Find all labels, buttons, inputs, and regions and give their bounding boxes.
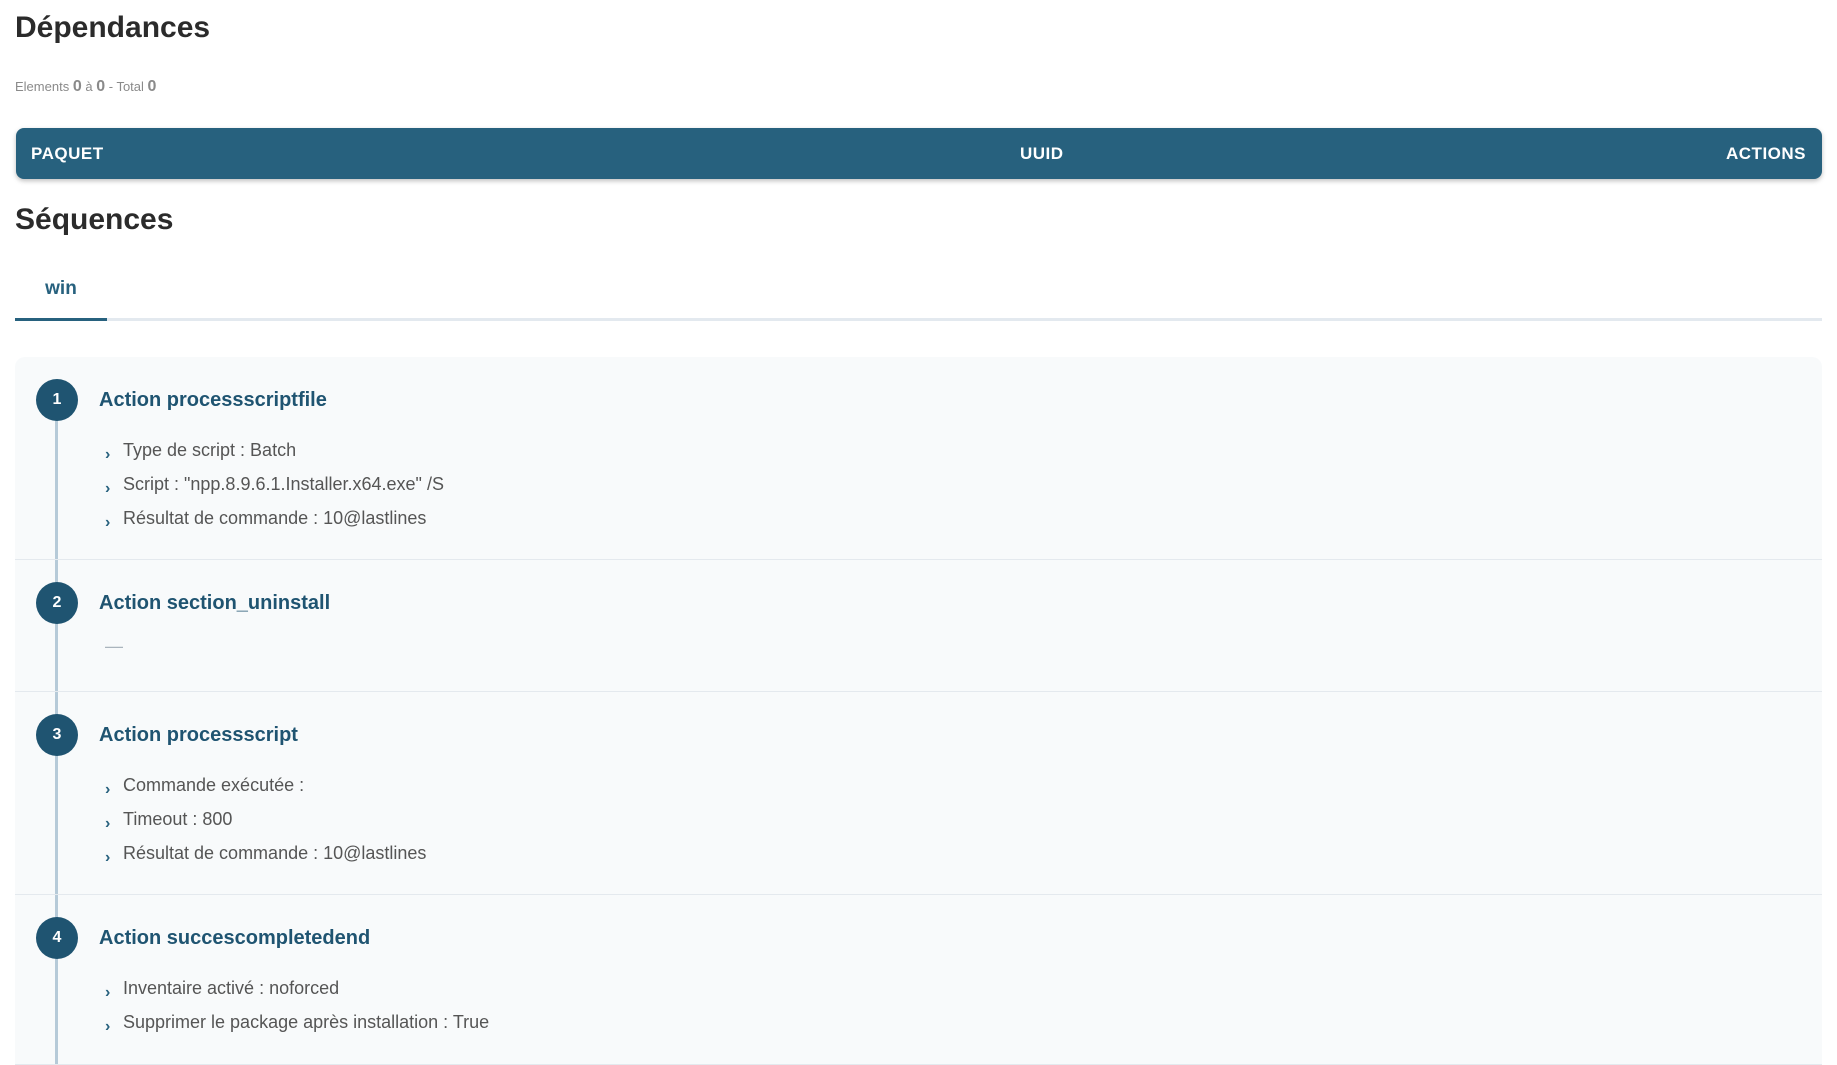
sequence-steps: 1 Action processscriptfile › Type de scri… xyxy=(15,357,1822,1065)
step-details: › Inventaire activé : noforced › Supprimer… xyxy=(105,971,489,1039)
timeline-line xyxy=(55,397,58,559)
counter-total-label: - Total xyxy=(108,79,144,94)
step-number-badge: 4 xyxy=(36,917,78,959)
chevron-right-icon: › xyxy=(105,984,111,1001)
step-number-badge: 3 xyxy=(36,714,78,756)
dependencies-counter: Elements 0 à 0 - Total 0 xyxy=(15,78,156,96)
chevron-right-icon: › xyxy=(105,815,111,832)
counter-from: 0 xyxy=(72,78,82,95)
empty-details-marker: — xyxy=(105,636,123,656)
list-item: › Script : "npp.8.9.6.1.Installer.x64.exe… xyxy=(105,467,444,501)
column-header-paquet[interactable]: PAQUET xyxy=(31,144,104,164)
tab-win[interactable]: win xyxy=(15,268,107,321)
sequence-step: 3 Action processscript › Commande exécuté… xyxy=(15,692,1822,895)
timeline-line xyxy=(55,560,58,691)
dependencies-table-header: PAQUET UUID ACTIONS xyxy=(16,128,1822,179)
chevron-right-icon: › xyxy=(105,1018,111,1035)
counter-total: 0 xyxy=(147,78,157,95)
counter-to: 0 xyxy=(96,78,106,95)
step-title: Action processscript xyxy=(99,724,298,746)
step-details: › Type de script : Batch › Script : "npp.8… xyxy=(105,433,444,535)
step-title: Action processscriptfile xyxy=(99,389,327,411)
list-item: › Résultat de commande : 10@lastlines xyxy=(105,501,444,535)
counter-to-label: à xyxy=(85,79,93,94)
column-header-actions[interactable]: ACTIONS xyxy=(1726,144,1806,164)
chevron-right-icon: › xyxy=(105,849,111,866)
list-item: › Supprimer le package après installation… xyxy=(105,1005,489,1039)
list-item: › Résultat de commande : 10@lastlines xyxy=(105,836,426,870)
list-item: › Timeout : 800 xyxy=(105,802,426,836)
counter-elements-label: Elements xyxy=(15,79,70,94)
sequence-step: 1 Action processscriptfile › Type de scri… xyxy=(15,357,1822,560)
list-item: › Type de script : Batch xyxy=(105,433,444,467)
sequence-tabs: win xyxy=(15,268,1822,321)
step-details: › Commande exécutée : › Timeout : 800 › Rés… xyxy=(105,768,426,870)
sequences-title: Séquences xyxy=(15,203,174,236)
step-title: Action succescompletedend xyxy=(99,927,371,949)
list-item: › Commande exécutée : xyxy=(105,768,426,802)
column-header-uuid[interactable]: UUID xyxy=(1020,144,1064,164)
chevron-right-icon: › xyxy=(105,446,111,463)
step-title: Action section_uninstall xyxy=(99,592,331,614)
step-number-badge: 1 xyxy=(36,379,78,421)
chevron-right-icon: › xyxy=(105,781,111,798)
chevron-right-icon: › xyxy=(105,480,111,497)
sequence-step: 4 Action succescompletedend › Inventaire … xyxy=(15,895,1822,1065)
chevron-right-icon: › xyxy=(105,514,111,531)
dependencies-title: Dépendances xyxy=(15,11,211,44)
sequence-step: 2 Action section_uninstall — xyxy=(15,560,1822,692)
list-item: › Inventaire activé : noforced xyxy=(105,971,489,1005)
step-number-badge: 2 xyxy=(36,582,78,624)
